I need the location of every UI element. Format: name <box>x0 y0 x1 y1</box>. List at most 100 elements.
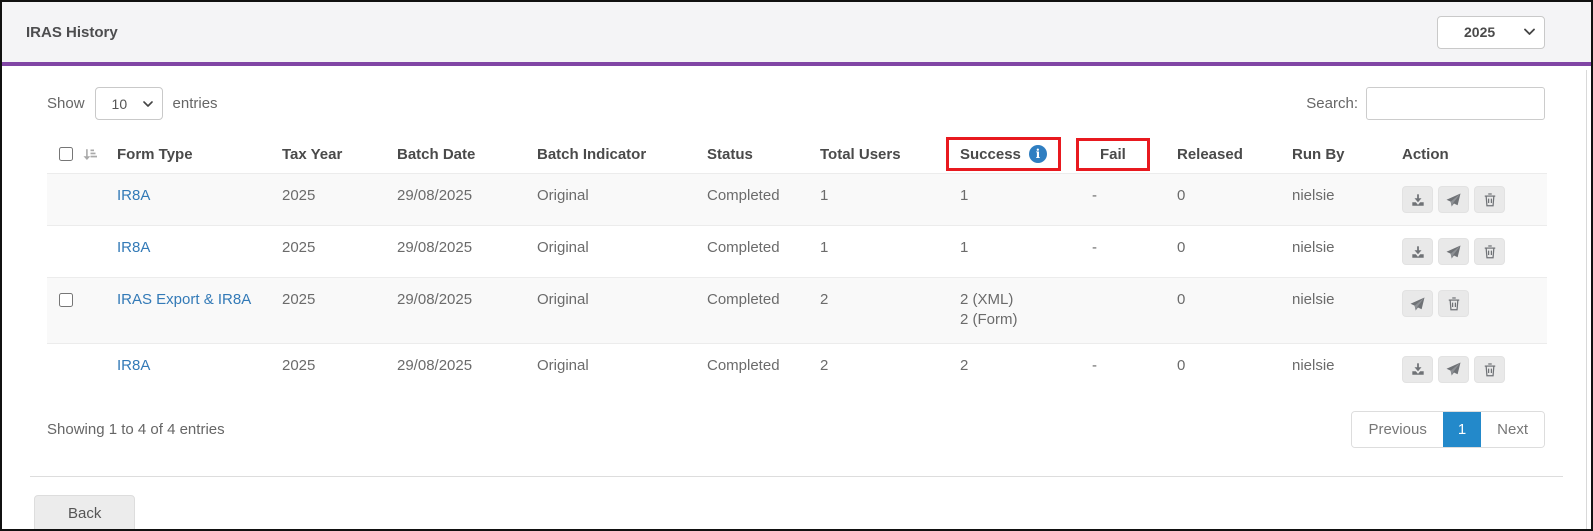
send-icon <box>1446 244 1461 258</box>
form-type-link[interactable]: IR8A <box>117 357 150 374</box>
batch-date-cell: 29/08/2025 <box>397 187 473 204</box>
table-controls: Show 10 entries Search: <box>47 87 1545 120</box>
send-button[interactable] <box>1402 290 1433 317</box>
table-row: IR8A 2025 29/08/2025 Original Completed … <box>47 173 1547 226</box>
batch-indicator-cell: Original <box>537 239 589 256</box>
select-all-checkbox[interactable] <box>59 147 73 161</box>
action-buttons <box>1402 238 1541 265</box>
column-header-fail[interactable]: Fail <box>1076 135 1177 174</box>
fail-highlight-box: Fail <box>1076 137 1150 171</box>
scrollbar-track[interactable] <box>1586 70 1587 529</box>
fail-header-label: Fail <box>1100 145 1126 163</box>
previous-button[interactable]: Previous <box>1352 411 1443 447</box>
form-type-link[interactable]: IRAS Export & IR8A <box>117 291 251 308</box>
trash-icon <box>1484 362 1495 376</box>
run-by-cell: nielsie <box>1292 291 1335 308</box>
send-button[interactable] <box>1438 186 1469 213</box>
table-row: IR8A 2025 29/08/2025 Original Completed … <box>47 225 1547 278</box>
status-cell: Completed <box>707 187 780 204</box>
send-icon <box>1446 362 1461 376</box>
success-highlight-box: Success i <box>946 137 1061 171</box>
page-size-select-wrap: 10 <box>94 87 163 120</box>
trash-icon <box>1448 297 1459 311</box>
column-header-batch-indicator[interactable]: Batch Indicator <box>537 135 707 174</box>
divider <box>30 475 1563 477</box>
column-header-total-users[interactable]: Total Users <box>820 135 960 174</box>
status-cell: Completed <box>707 291 780 308</box>
download-button[interactable] <box>1402 186 1433 213</box>
success-cell: 2 <box>960 356 969 374</box>
column-header-form-type[interactable]: Form Type <box>117 135 282 174</box>
success-header-label: Success <box>960 145 1021 163</box>
page-size-select[interactable]: 10 <box>94 87 163 120</box>
column-header-status[interactable]: Status <box>707 135 820 174</box>
column-header-released[interactable]: Released <box>1177 135 1292 174</box>
total-users-cell: 1 <box>820 187 829 204</box>
batch-indicator-cell: Original <box>537 356 589 374</box>
success-cell: 1 <box>960 187 969 204</box>
table-row: IRAS Export & IR8A 2025 29/08/2025 Origi… <box>47 277 1547 344</box>
download-icon <box>1411 245 1424 258</box>
download-button[interactable] <box>1402 355 1433 383</box>
success-line: 2 (Form) <box>960 311 1018 329</box>
page-title: IRAS History <box>26 23 118 41</box>
back-button[interactable]: Back <box>34 494 136 529</box>
delete-button[interactable] <box>1474 238 1505 265</box>
iras-history-table: Form Type Tax Year Batch Date Batch Indi… <box>47 135 1547 395</box>
success-cell: 1 <box>960 239 969 256</box>
next-button[interactable]: Next <box>1481 411 1544 447</box>
year-select[interactable]: 2025 <box>1437 15 1545 49</box>
sort-amount-icon[interactable] <box>82 147 97 162</box>
row-select-checkbox[interactable] <box>59 293 73 307</box>
send-button[interactable] <box>1438 355 1469 383</box>
batch-indicator-cell: Original <box>537 187 589 204</box>
download-icon <box>1411 193 1424 206</box>
batch-date-cell: 29/08/2025 <box>397 291 473 308</box>
page-header: IRAS History 2025 <box>2 2 1591 66</box>
form-type-link[interactable]: IR8A <box>117 187 150 204</box>
success-line: 2 (XML) <box>960 291 1014 308</box>
main-content: Show 10 entries Search: Form Type Tax Ye… <box>2 87 1591 448</box>
info-icon[interactable]: i <box>1028 145 1047 163</box>
trash-icon <box>1484 245 1495 259</box>
released-cell: 0 <box>1177 356 1186 374</box>
showing-entries-text: Showing 1 to 4 of 4 entries <box>47 420 225 438</box>
batch-indicator-cell: Original <box>537 291 589 308</box>
year-select-wrap: 2025 <box>1437 15 1545 49</box>
search-input[interactable] <box>1366 87 1545 120</box>
batch-date-cell: 29/08/2025 <box>397 239 473 256</box>
send-button[interactable] <box>1438 238 1469 265</box>
delete-button[interactable] <box>1438 290 1469 317</box>
download-button[interactable] <box>1402 238 1433 265</box>
table-header-row: Form Type Tax Year Batch Date Batch Indi… <box>47 135 1547 174</box>
column-header-run-by[interactable]: Run By <box>1292 135 1402 174</box>
status-cell: Completed <box>707 239 780 256</box>
success-cell: 2 (XML) 2 (Form) <box>960 278 1092 344</box>
column-header-action: Action <box>1402 145 1449 163</box>
action-buttons <box>1402 355 1541 383</box>
tax-year-cell: 2025 <box>282 187 316 204</box>
search-label: Search: <box>1306 95 1358 112</box>
run-by-cell: nielsie <box>1292 356 1335 374</box>
download-icon <box>1411 363 1424 375</box>
fail-cell <box>1092 278 1177 344</box>
released-cell: 0 <box>1177 239 1186 256</box>
column-header-tax-year[interactable]: Tax Year <box>282 135 397 174</box>
column-header-batch-date[interactable]: Batch Date <box>397 135 537 174</box>
total-users-cell: 2 <box>820 356 829 374</box>
show-label: Show <box>47 95 85 112</box>
page-frame: IRAS History 2025 Show 10 entries Search… <box>0 0 1593 531</box>
fail-cell: - <box>1092 239 1097 256</box>
status-cell: Completed <box>707 356 780 374</box>
form-type-link[interactable]: IR8A <box>117 239 150 256</box>
run-by-cell: nielsie <box>1292 187 1335 204</box>
column-header-success[interactable]: Success i <box>946 135 1092 174</box>
action-buttons <box>1402 186 1541 213</box>
tax-year-cell: 2025 <box>282 356 316 374</box>
total-users-cell: 2 <box>820 291 829 308</box>
send-icon <box>1410 296 1425 310</box>
delete-button[interactable] <box>1474 355 1505 383</box>
page-1-button[interactable]: 1 <box>1442 411 1482 447</box>
batch-date-cell: 29/08/2025 <box>397 356 473 374</box>
delete-button[interactable] <box>1474 186 1505 213</box>
